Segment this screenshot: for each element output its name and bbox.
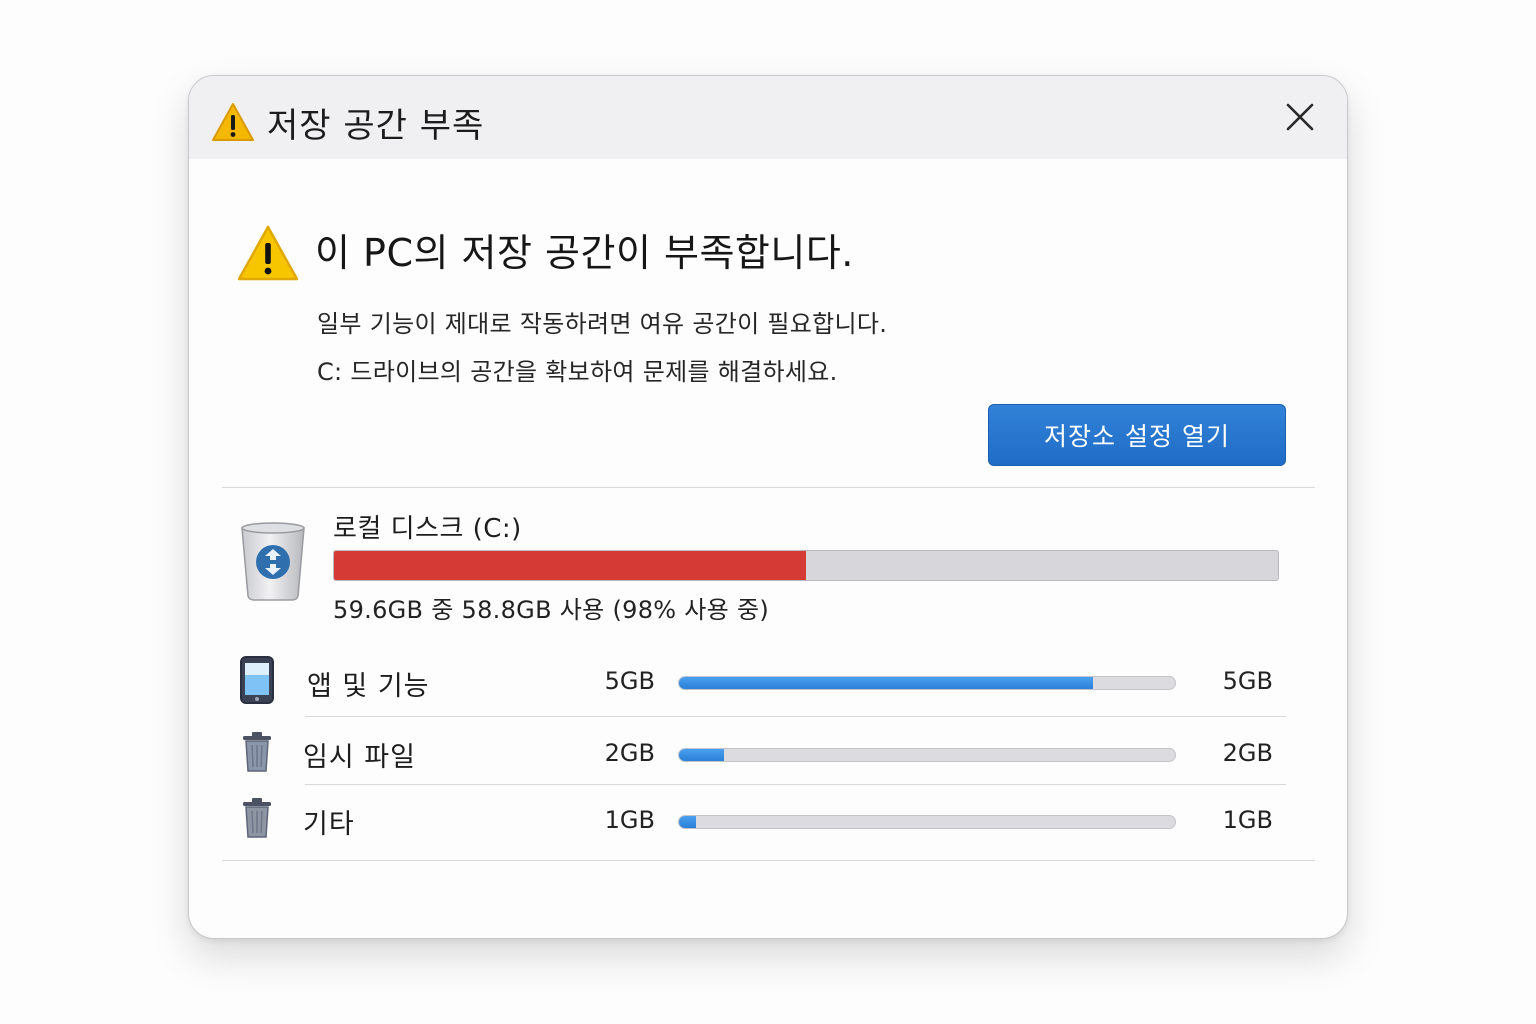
phone-icon <box>240 656 274 704</box>
trash-icon <box>243 798 271 838</box>
category-row-other[interactable]: 기타 1GB 1GB <box>189 788 1347 848</box>
open-storage-settings-button[interactable]: 저장소 설정 열기 <box>988 404 1286 466</box>
category-usage-bar-fill <box>679 749 724 761</box>
disk-usage-text: 59.6GB 중 58.8GB 사용 (98% 사용 중) <box>333 596 770 624</box>
alert-description-line2: C: 드라이브의 공간을 확보하여 문제를 해결하세요. <box>317 358 838 386</box>
category-name: 기타 <box>303 809 355 840</box>
category-usage-bar <box>678 676 1176 690</box>
category-size-total: 5GB <box>1222 667 1273 695</box>
category-usage-bar-fill <box>679 677 1094 689</box>
category-size-total: 2GB <box>1222 739 1273 767</box>
category-name: 앱 및 기능 <box>307 671 430 702</box>
row-divider <box>305 784 1286 785</box>
disk-usage-bar-fill <box>334 551 806 580</box>
recycle-bin-icon <box>241 522 305 601</box>
row-divider <box>305 716 1286 717</box>
warning-icon <box>237 225 299 281</box>
trash-icon <box>243 732 271 772</box>
disk-name: 로컬 디스크 (C:) <box>333 514 522 544</box>
category-usage-bar <box>678 748 1176 762</box>
divider <box>222 860 1315 861</box>
category-usage-bar <box>678 815 1176 829</box>
alert-description-line1: 일부 기능이 제대로 작동하려면 여유 공간이 필요합니다. <box>317 310 888 338</box>
close-icon[interactable] <box>1283 100 1317 134</box>
low-storage-dialog: 저장 공간 부족 이 PC의 저장 공간이 부족합니다. 일부 기능이 제대로 … <box>188 75 1348 939</box>
category-row-temp-files[interactable]: 임시 파일 2GB 2GB <box>189 721 1347 781</box>
window-title: 저장 공간 부족 <box>267 106 485 146</box>
disk-usage-bar <box>333 550 1279 581</box>
warning-icon <box>212 103 254 141</box>
category-size: 5GB <box>604 667 655 695</box>
category-size: 2GB <box>604 739 655 767</box>
divider <box>222 487 1315 488</box>
title-bar: 저장 공간 부족 <box>189 76 1347 159</box>
alert-headline: 이 PC의 저장 공간이 부족합니다. <box>315 231 854 275</box>
category-usage-bar-fill <box>679 816 697 828</box>
category-size-total: 1GB <box>1222 806 1273 834</box>
category-name: 임시 파일 <box>303 742 416 773</box>
category-size: 1GB <box>604 806 655 834</box>
category-row-apps[interactable]: 앱 및 기능 5GB 5GB <box>189 649 1347 709</box>
